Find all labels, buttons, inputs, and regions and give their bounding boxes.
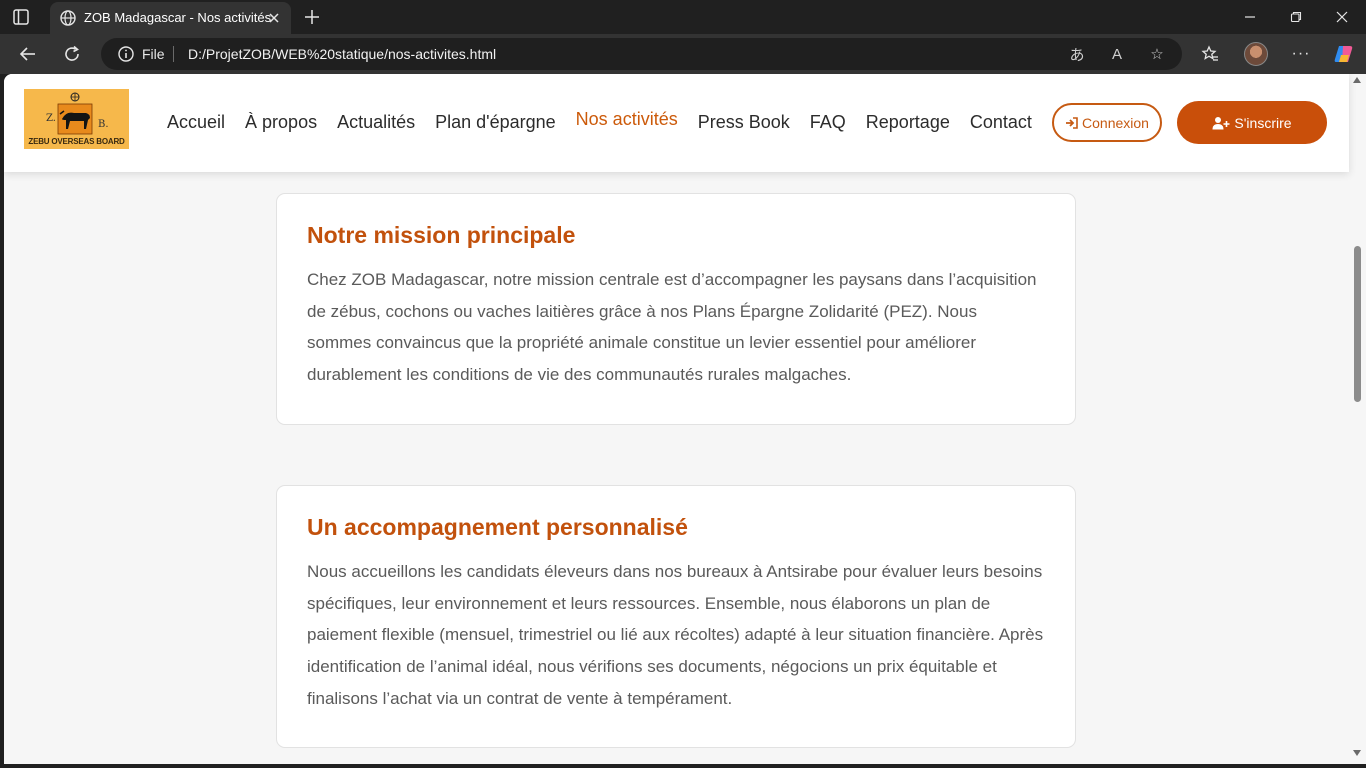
- sign-in-icon: [1066, 116, 1078, 129]
- address-scheme: File: [142, 46, 165, 62]
- translate-icon[interactable]: A: [1107, 45, 1127, 63]
- support-title: Un accompagnement personnalisé: [307, 514, 688, 540]
- signup-button[interactable]: S'inscrire: [1177, 101, 1327, 144]
- scroll-down-arrow[interactable]: [1353, 750, 1361, 756]
- signup-label: S'inscrire: [1234, 114, 1292, 131]
- nav-item-press-book[interactable]: Press Book: [698, 112, 790, 133]
- globe-icon: [60, 10, 76, 26]
- address-separator: [173, 46, 174, 62]
- back-icon[interactable]: [18, 44, 38, 64]
- sidebar-icon[interactable]: [12, 8, 30, 26]
- support-text: Nous accueillons les candidats éleveurs …: [307, 562, 1044, 708]
- nav-item-faq[interactable]: FAQ: [810, 112, 846, 133]
- minimize-icon[interactable]: [1227, 0, 1273, 34]
- refresh-icon[interactable]: [62, 44, 82, 64]
- nav-item-actualites[interactable]: Actualités: [337, 112, 415, 133]
- logo-letter-b: B.: [98, 119, 109, 130]
- favorite-star-icon[interactable]: ☆: [1147, 45, 1167, 63]
- support-card: Un accompagnement personnalisé Nous accu…: [276, 485, 1076, 748]
- browser-toolbar: File D:/ProjetZOB/WEB%20statique/nos-act…: [0, 34, 1366, 74]
- login-label: Connexion: [1082, 114, 1149, 131]
- close-icon[interactable]: [265, 9, 283, 27]
- site-logo[interactable]: Z. B. ZEBU OVERSEAS BOARD: [24, 89, 129, 149]
- mission-text: Chez ZOB Madagascar, notre mission centr…: [307, 270, 1037, 385]
- login-button[interactable]: Connexion: [1052, 103, 1162, 142]
- address-url[interactable]: D:/ProjetZOB/WEB%20statique/nos-activite…: [188, 46, 496, 62]
- main-nav: Accueil À propos Actualités Plan d'éparg…: [167, 109, 1032, 133]
- page-scrollbar[interactable]: [1349, 74, 1366, 764]
- nav-item-plan-epargne[interactable]: Plan d'épargne: [435, 112, 556, 133]
- scroll-thumb[interactable]: [1354, 246, 1361, 402]
- nav-item-reportage[interactable]: Reportage: [866, 112, 950, 133]
- nav-item-contact[interactable]: Contact: [970, 112, 1032, 133]
- browser-tab-bar: ZOB Madagascar - Nos activités: [0, 0, 1366, 34]
- nav-item-nos-activites[interactable]: Nos activités: [576, 109, 678, 133]
- logo-tagline: ZEBU OVERSEAS BOARD: [28, 137, 125, 146]
- user-plus-icon: [1212, 116, 1230, 129]
- nav-item-accueil[interactable]: Accueil: [167, 112, 225, 133]
- mission-card: Notre mission principale Chez ZOB Madaga…: [276, 193, 1076, 425]
- site-header: Z. B. ZEBU OVERSEAS BOARD Accueil À prop…: [4, 74, 1349, 172]
- logo-letter-z: Z.: [46, 113, 56, 124]
- mission-title: Notre mission principale: [307, 222, 576, 248]
- address-bar[interactable]: File D:/ProjetZOB/WEB%20statique/nos-act…: [101, 38, 1182, 70]
- favorites-icon[interactable]: [1200, 44, 1220, 64]
- more-icon[interactable]: ···: [1291, 44, 1311, 64]
- scroll-up-arrow[interactable]: [1353, 77, 1361, 83]
- plus-icon[interactable]: [303, 8, 321, 26]
- read-aloud-icon[interactable]: あ: [1067, 45, 1087, 64]
- tab-title: ZOB Madagascar - Nos activités: [84, 10, 272, 25]
- page-viewport: Z. B. ZEBU OVERSEAS BOARD Accueil À prop…: [4, 74, 1366, 764]
- restore-icon[interactable]: [1273, 0, 1319, 34]
- profile-avatar[interactable]: [1244, 42, 1268, 66]
- copilot-icon[interactable]: [1333, 43, 1355, 65]
- info-icon[interactable]: [117, 45, 135, 63]
- nav-item-a-propos[interactable]: À propos: [245, 112, 317, 133]
- browser-tab-active[interactable]: ZOB Madagascar - Nos activités: [50, 2, 291, 34]
- close-window-icon[interactable]: [1319, 0, 1365, 34]
